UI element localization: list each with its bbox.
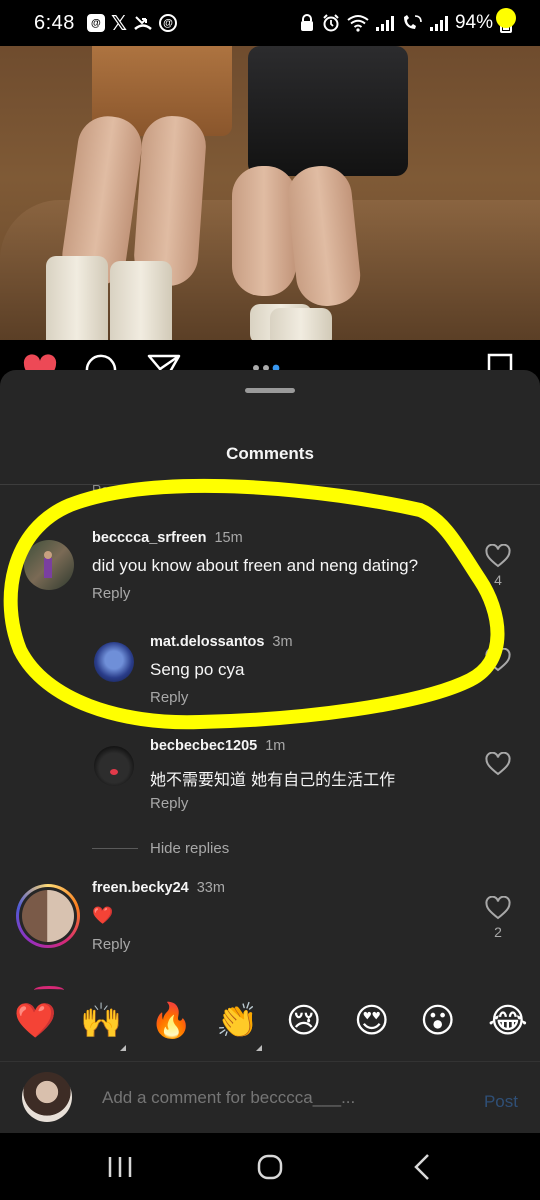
username-text: mat.delossantos	[150, 634, 265, 650]
hide-replies-button[interactable]: Hide replies	[150, 840, 229, 857]
username-text: becbecbec1205	[150, 738, 258, 754]
emoji-raised-hands[interactable]: 🙌	[80, 1001, 122, 1041]
avatar[interactable]	[94, 642, 134, 682]
emoji-clap[interactable]: 👏	[216, 1001, 258, 1041]
threads-icon: @	[86, 14, 105, 32]
wifi-call-icon	[403, 15, 422, 29]
avatar[interactable]	[94, 746, 134, 786]
comment-username[interactable]: becccca_srfreen 15m	[92, 530, 243, 546]
emoji-surprised[interactable]: 😮	[420, 1001, 455, 1041]
recent-apps-icon[interactable]	[107, 1155, 133, 1179]
avatar-inner	[19, 887, 77, 945]
post-photo[interactable]	[0, 46, 540, 340]
comment-text: did you know about freen and neng dating…	[92, 556, 419, 575]
avatar	[22, 890, 74, 942]
sock-shape	[46, 256, 108, 340]
heart-outline-icon[interactable]	[485, 648, 511, 672]
battery-text: 94%	[454, 12, 493, 33]
accent-dot	[496, 8, 516, 28]
comment-time: 3m	[272, 634, 293, 650]
notification-icons: @ 𝕏 @	[86, 11, 178, 36]
home-icon[interactable]	[257, 1153, 283, 1181]
leg-shape	[232, 166, 296, 296]
like-count: 4	[494, 572, 502, 588]
comment-time: 33m	[196, 880, 225, 896]
comment-time: 1m	[265, 738, 286, 754]
post-button[interactable]: Post	[484, 1092, 518, 1112]
reply-button[interactable]: Reply	[92, 585, 130, 602]
comment-input-bar: Post	[0, 1061, 540, 1133]
missed-call-icon	[134, 16, 152, 30]
heart-outline-icon[interactable]	[485, 752, 511, 776]
comment-text: ❤️	[92, 906, 114, 926]
signal-icon	[375, 15, 394, 31]
alarm-icon	[323, 14, 339, 32]
username-text: freen.becky24	[92, 880, 189, 896]
comment-username[interactable]: mat.delossantos 3m	[150, 634, 293, 650]
like-count: 2	[494, 924, 502, 940]
my-avatar	[22, 1072, 72, 1122]
wifi-icon	[347, 15, 369, 32]
avatar[interactable]	[24, 540, 74, 590]
sheet-divider	[0, 484, 540, 485]
reply-button[interactable]: Reply	[150, 689, 188, 706]
username-text: becccca_srfreen	[92, 530, 207, 546]
system-nav-bar	[0, 1133, 540, 1200]
status-time: 6:48	[34, 11, 75, 34]
sock-shape	[110, 261, 172, 340]
signal-icon-2	[429, 15, 448, 31]
heart-outline-icon[interactable]	[485, 544, 511, 568]
emoji-bar: ❤️ 🙌 🔥 👏 😢 😍 😮 😂	[0, 993, 540, 1061]
comment-username[interactable]: freen.becky24 33m	[92, 880, 225, 896]
comment-text: 她不需要知道 她有自己的生活工作	[150, 770, 396, 789]
avatar-story-ring[interactable]	[16, 884, 80, 948]
at-sign-icon: @	[159, 14, 178, 32]
reply-button[interactable]: Reply	[92, 936, 130, 953]
emoji-fire[interactable]: 🔥	[150, 1001, 192, 1041]
black-handbag	[248, 46, 408, 176]
drag-handle[interactable]	[245, 388, 295, 393]
lock-icon	[300, 14, 313, 31]
x-icon: 𝕏	[110, 12, 128, 35]
back-icon[interactable]	[412, 1153, 432, 1181]
hide-replies-line	[92, 848, 138, 849]
avatar-tongue	[110, 769, 118, 775]
emoji-heart[interactable]: ❤️	[14, 1001, 56, 1041]
sheet-title: Comments	[226, 444, 314, 463]
skin-tone-indicator	[120, 1045, 126, 1051]
heart-outline-icon[interactable]	[485, 896, 511, 920]
skin-tone-indicator	[256, 1045, 262, 1051]
avatar-figure	[44, 551, 52, 578]
system-icons: 94%	[299, 12, 512, 34]
emoji-heart-eyes[interactable]: 😍	[354, 1001, 389, 1041]
comment-time: 15m	[214, 530, 243, 546]
emoji-laughing[interactable]: 😂	[488, 1001, 528, 1041]
reply-button[interactable]: Reply	[150, 795, 188, 812]
status-bar: 6:48 @ 𝕏 @ 94%	[0, 0, 540, 46]
comment-text: Seng po cya	[150, 660, 245, 679]
emoji-crying[interactable]: 😢	[286, 1001, 321, 1041]
sock-shape	[270, 308, 332, 340]
comment-input[interactable]	[102, 1088, 442, 1108]
comment-username[interactable]: becbecbec1205 1m	[150, 738, 285, 754]
